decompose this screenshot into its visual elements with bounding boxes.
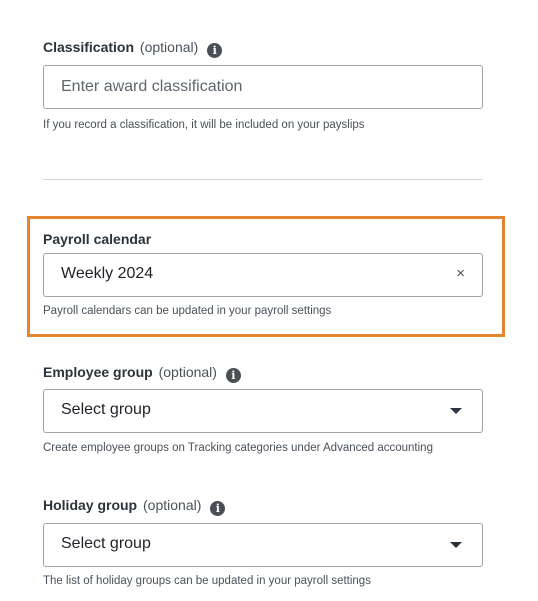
classification-section: Classification (optional) i If you recor… xyxy=(43,38,483,131)
payroll-calendar-section: Payroll calendar Weekly 2024 × Payroll c… xyxy=(43,230,483,317)
holiday-group-value: Select group xyxy=(61,535,151,552)
employee-group-help-text: Create employee groups on Tracking categ… xyxy=(43,442,433,454)
info-icon[interactable]: i xyxy=(207,43,223,58)
holiday-group-section: Holiday group (optional) i Select group … xyxy=(43,496,483,587)
holiday-group-label: Holiday group (optional) i xyxy=(43,496,483,516)
payroll-calendar-help-text: Payroll calendars can be updated in your… xyxy=(43,305,332,317)
optional-tag: (optional) xyxy=(143,497,202,513)
classification-input[interactable] xyxy=(44,66,482,108)
chevron-down-icon[interactable] xyxy=(450,408,462,414)
classification-label: Classification (optional) i xyxy=(43,38,483,58)
classification-field[interactable] xyxy=(43,65,483,109)
employee-group-label: Employee group (optional) i xyxy=(43,363,483,383)
info-icon[interactable]: i xyxy=(210,501,226,516)
clear-icon[interactable]: × xyxy=(456,266,465,282)
optional-tag: (optional) xyxy=(158,364,217,380)
employee-group-value: Select group xyxy=(61,401,151,418)
section-divider xyxy=(43,179,483,180)
employee-group-select[interactable]: Select group xyxy=(43,389,483,433)
info-icon[interactable]: i xyxy=(225,368,241,383)
optional-tag: (optional) xyxy=(139,39,199,55)
chevron-down-icon[interactable] xyxy=(450,542,462,548)
holiday-group-select[interactable]: Select group xyxy=(43,523,483,567)
payroll-calendar-label: Payroll calendar xyxy=(43,231,152,247)
holiday-group-help-text: The list of holiday groups can be update… xyxy=(43,575,371,587)
payroll-calendar-value: Weekly 2024 xyxy=(61,265,154,282)
payroll-calendar-select[interactable]: Weekly 2024 × xyxy=(43,253,483,297)
classification-help-text: If you record a classification, it will … xyxy=(43,119,365,131)
employee-group-section: Employee group (optional) i Select group… xyxy=(43,363,483,454)
